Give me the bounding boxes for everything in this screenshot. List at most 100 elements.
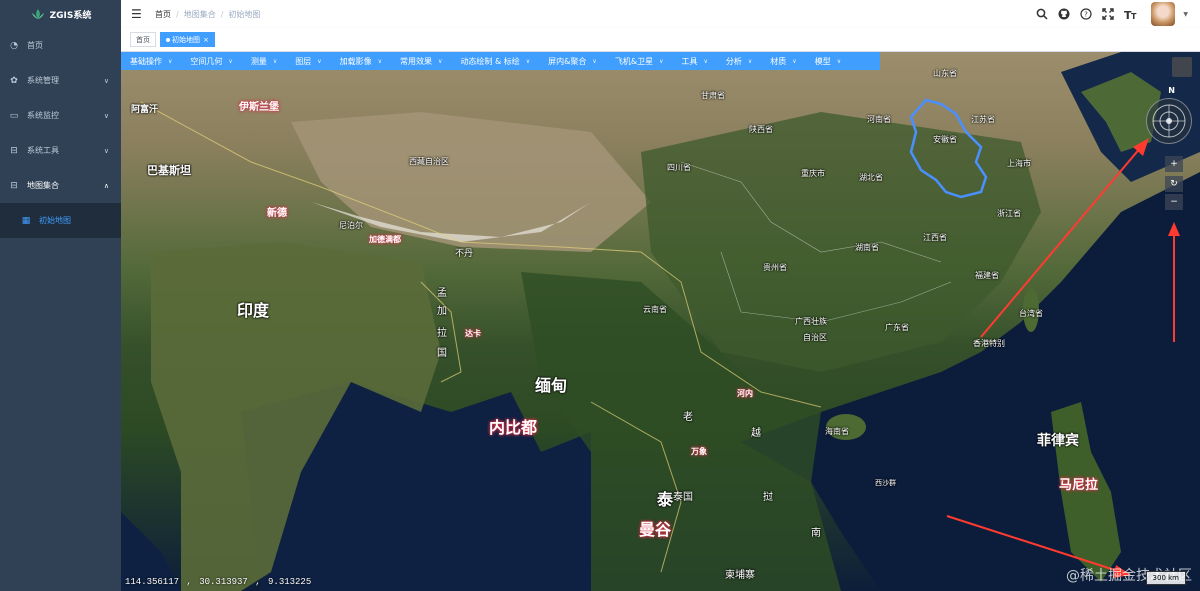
map-label: 江西省 — [923, 233, 947, 242]
toolbar-dynamic-draw[interactable]: 动态绘制 & 标绘 ∨ — [451, 52, 539, 70]
help-icon[interactable]: ? — [1079, 7, 1093, 21]
close-icon[interactable]: × — [203, 36, 209, 44]
toolbar-analysis[interactable]: 分析 ∨ — [717, 52, 761, 70]
toolbar-common-effects[interactable]: 常用效果 ∨ — [391, 52, 451, 70]
map-label: 西藏自治区 — [409, 157, 449, 166]
map-label: 加 — [437, 306, 447, 317]
compass[interactable] — [1146, 98, 1192, 144]
sidebar-item-map-collection[interactable]: ⊟ 地图集合 ∧ — [0, 168, 121, 203]
map-collection-icon: ⊟ — [10, 180, 18, 191]
fullscreen-icon[interactable] — [1101, 7, 1115, 21]
toolbar-tools[interactable]: 工具 ∨ — [672, 52, 716, 70]
map-label: 广东省 — [885, 323, 909, 332]
toolbar-spatial-geometry[interactable]: 空间几何 ∨ — [181, 52, 241, 70]
map-toolbar: 基础操作 ∨ 空间几何 ∨ 测量 ∨ 图层 ∨ 加载影像 ∨ 常用效果 ∨ 动态绘制 & 标… — [121, 52, 880, 70]
toolbar-label: 飞机&卫星 — [614, 56, 654, 66]
github-icon[interactable] — [1057, 7, 1071, 21]
breadcrumb-home[interactable]: 首页 — [155, 9, 171, 20]
sidebar-item-label: 首页 — [27, 41, 43, 50]
breadcrumb-separator: / — [220, 9, 224, 19]
map-label: 海南省 — [825, 427, 849, 436]
tags-view: 首页 初始地图 × — [121, 28, 1200, 52]
toolbar-material[interactable]: 材质 ∨ — [761, 52, 805, 70]
map-label: 泰 — [657, 490, 674, 509]
map-label: 湖北省 — [859, 173, 883, 182]
compass-icon — [1152, 104, 1186, 138]
hamburger-icon[interactable]: ☰ — [131, 7, 145, 21]
map-label: 印度 — [237, 301, 270, 320]
reset-view-button[interactable]: ↻ — [1165, 176, 1183, 192]
chevron-down-icon: ∨ — [792, 57, 797, 65]
app-logo[interactable]: ZGIS系统 — [0, 0, 121, 28]
map-label: 柬埔寨 — [725, 570, 755, 581]
breadcrumb-map-collection[interactable]: 地图集合 — [184, 9, 216, 20]
map-label: 巴基斯坦 — [147, 164, 191, 177]
map-label: 安徽省 — [933, 135, 957, 144]
map-label: 国 — [437, 348, 447, 359]
map-label: 万象 — [691, 447, 707, 456]
map-label: 马尼拉 — [1059, 478, 1099, 493]
map-label: 江苏省 — [971, 115, 995, 124]
tag-home[interactable]: 首页 — [130, 32, 156, 47]
search-icon[interactable] — [1035, 7, 1049, 21]
zoom-in-button[interactable]: + — [1165, 156, 1183, 172]
map-label: 阿富汗 — [131, 105, 159, 115]
toolbar-measure[interactable]: 测量 ∨ — [242, 52, 286, 70]
scale-bar: 300 km — [1145, 571, 1186, 585]
active-dot-icon — [166, 37, 170, 42]
toolbar-label: 图层 — [295, 56, 312, 66]
sidebar-item-home[interactable]: ◔ 首页 — [0, 28, 121, 63]
sidebar-item-label: 系统管理 — [27, 76, 59, 85]
breadcrumb-separator: / — [176, 9, 179, 19]
sidebar-item-label: 地图集合 — [27, 181, 59, 190]
chevron-down-icon: ∨ — [228, 57, 233, 65]
map-label: 重庆市 — [801, 169, 825, 178]
map-label: 四川省 — [667, 163, 691, 172]
map-label: 老 — [683, 412, 693, 423]
map-label: 曼谷 — [639, 520, 672, 539]
map-viewport[interactable]: 基础操作 ∨ 空间几何 ∨ 测量 ∨ 图层 ∨ 加载影像 ∨ 常用效果 ∨ 动态绘制 & 标… — [121, 52, 1200, 591]
map-label: 内比都 — [489, 418, 538, 437]
chevron-down-icon: ∨ — [168, 57, 173, 65]
avatar[interactable] — [1151, 2, 1176, 26]
map-label: 香港特别 — [973, 339, 1005, 348]
chevron-down-icon: ∨ — [317, 57, 322, 65]
toolbar-label: 分析 — [725, 56, 742, 66]
sidebar-item-system-monitor[interactable]: ▭ 系统监控 ∨ — [0, 98, 121, 133]
chevron-down-icon: ∨ — [525, 57, 531, 65]
sidebar: ZGIS系统 ◔ 首页 ✿ 系统管理 ∨ ▭ 系统监控 ∨ ⊟ 系统工具 ∨ ⊟… — [0, 0, 121, 591]
chevron-down-icon: ∨ — [103, 76, 109, 85]
map-label: 浙江省 — [997, 209, 1021, 218]
map-label: 伊斯兰堡 — [239, 102, 279, 113]
sidebar-item-system-tools[interactable]: ⊟ 系统工具 ∨ — [0, 133, 121, 168]
caret-down-icon[interactable]: ▼ — [1183, 11, 1188, 18]
map-label: 越 — [751, 428, 761, 439]
basemap-switch-button[interactable] — [1172, 57, 1192, 77]
toolbar-screen-cluster[interactable]: 屏内&聚合 ∨ — [539, 52, 606, 70]
font-size-icon[interactable]: TT — [1123, 7, 1137, 21]
svg-text:T: T — [1131, 12, 1137, 20]
sidebar-item-label: 系统监控 — [27, 111, 59, 120]
map-label: 河内 — [737, 389, 753, 398]
toolbar-basic-ops[interactable]: 基础操作 ∨ — [121, 52, 181, 70]
map-label: 拉 — [437, 328, 447, 339]
map-label: 云南省 — [643, 305, 667, 314]
toolbar-load-imagery[interactable]: 加载影像 ∨ — [331, 52, 391, 70]
toolbar-aircraft-satellite[interactable]: 飞机&卫星 ∨ — [606, 52, 673, 70]
sidebar-subitem-initial-map[interactable]: ▦ 初始地图 — [0, 203, 121, 238]
compass-north-label: N — [1168, 86, 1175, 95]
coordinate-readout: 114.356117 , 30.313937 , 9.313225 — [125, 577, 312, 587]
toolbar-label: 加载影像 — [339, 56, 372, 66]
tag-initial-map[interactable]: 初始地图 × — [160, 32, 215, 47]
zoom-out-button[interactable]: − — [1165, 194, 1183, 210]
map-label: 菲律宾 — [1037, 433, 1079, 449]
tag-label: 首页 — [136, 35, 150, 44]
toolbar-label: 测量 — [250, 56, 267, 66]
sidebar-item-system-management[interactable]: ✿ 系统管理 ∨ — [0, 63, 121, 98]
chevron-down-icon: ∨ — [103, 111, 109, 120]
toolbar-model[interactable]: 模型 ∨ — [806, 52, 850, 70]
dashboard-icon: ◔ — [10, 40, 18, 51]
toolbar-layers[interactable]: 图层 ∨ — [286, 52, 330, 70]
map-label: 台湾省 — [1019, 309, 1043, 318]
map-label: 尼泊尔 — [339, 221, 363, 230]
